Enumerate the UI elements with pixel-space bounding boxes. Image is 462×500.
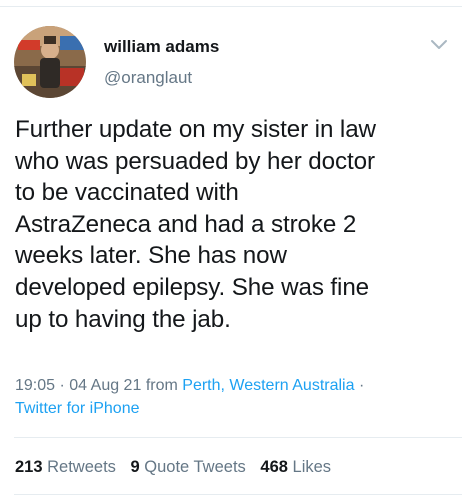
quotes-count: 9	[130, 458, 140, 476]
tweet-time: 19:05	[15, 377, 56, 394]
likes-count: 468	[260, 458, 288, 476]
stats-divider	[14, 437, 462, 438]
chevron-down-icon[interactable]	[428, 36, 450, 54]
tweet-meta: 19:05 · 04 Aug 21 from Perth, Western Au…	[15, 374, 455, 420]
client-link[interactable]: Twitter for iPhone	[15, 400, 140, 417]
meta-separator: ·	[358, 377, 365, 394]
tweet-stats: 213 Retweets 9 Quote Tweets 468 Likes	[15, 457, 341, 477]
retweets-label: Retweets	[47, 458, 116, 476]
quotes-label: Quote Tweets	[144, 458, 246, 476]
retweets-count: 213	[15, 458, 43, 476]
avatar-image	[14, 26, 86, 98]
meta-separator: ·	[59, 377, 65, 394]
from-label: from	[145, 377, 178, 394]
bottom-divider	[14, 494, 462, 495]
likes-stat[interactable]: 468 Likes	[260, 458, 331, 476]
tweet-date: 04 Aug 21	[69, 377, 142, 394]
retweets-stat[interactable]: 213 Retweets	[15, 458, 116, 476]
avatar[interactable]	[14, 26, 86, 98]
tweet-text: Further update on my sister in law who w…	[15, 116, 376, 333]
display-name[interactable]: william adams	[104, 37, 219, 57]
user-handle[interactable]: @oranglaut	[104, 68, 192, 88]
likes-label: Likes	[292, 458, 332, 476]
location-link[interactable]: Perth, Western Australia	[182, 377, 354, 394]
quote-tweets-stat[interactable]: 9 Quote Tweets	[131, 458, 246, 476]
tweet: william adams @oranglaut Further update …	[0, 0, 462, 500]
